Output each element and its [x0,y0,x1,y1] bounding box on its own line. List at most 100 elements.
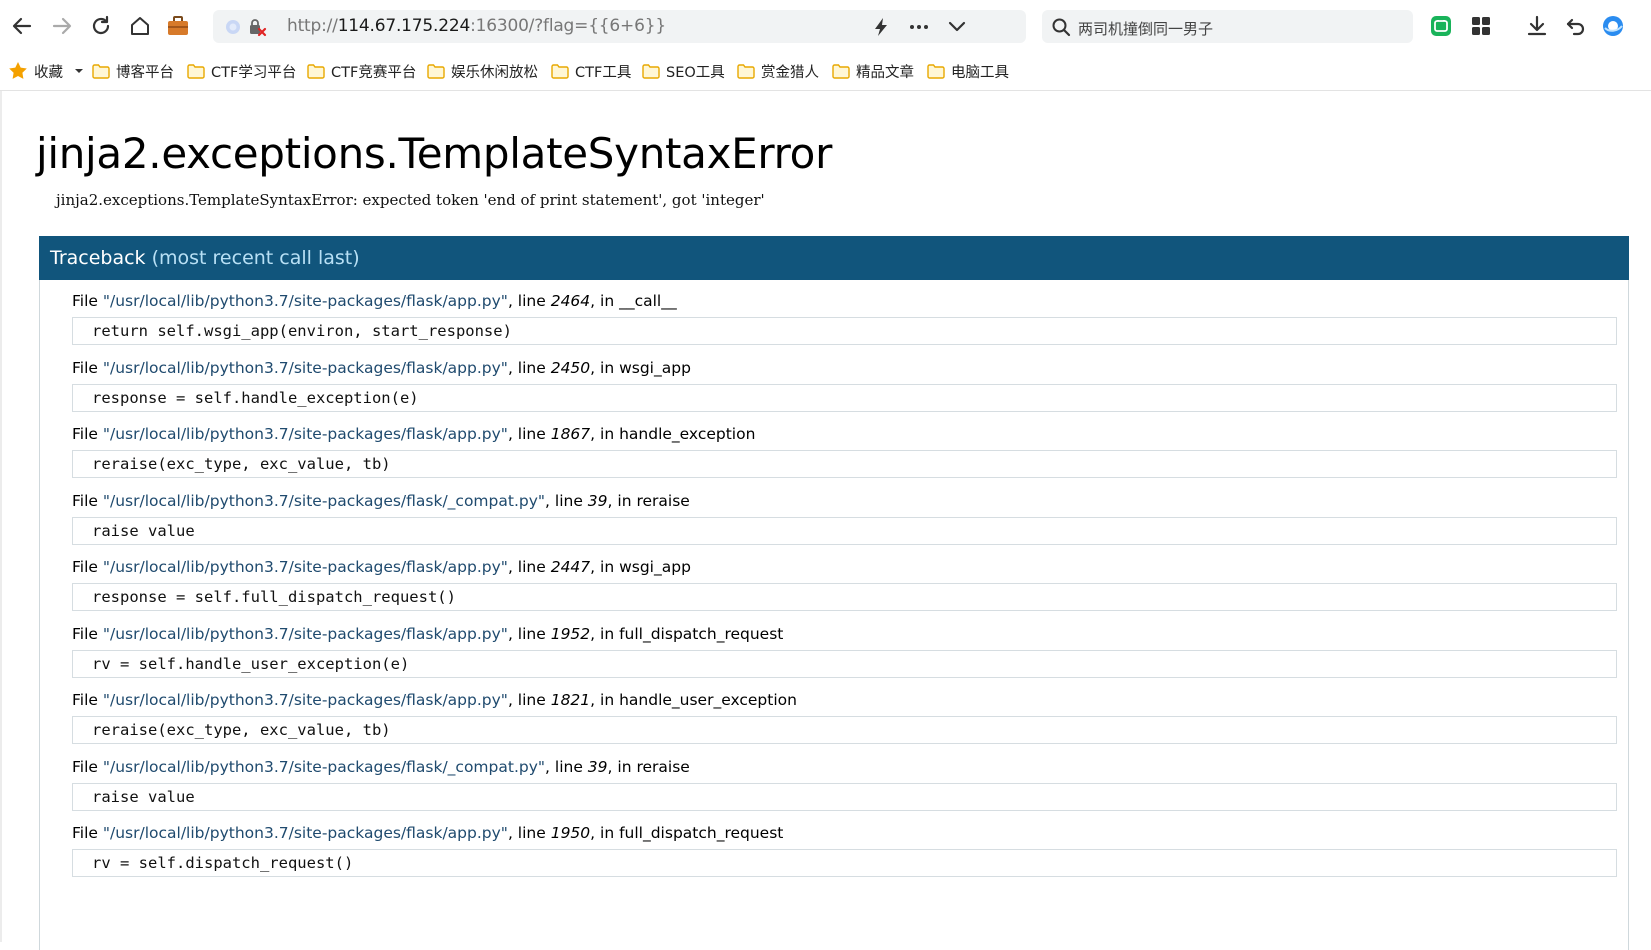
bookmark-folder[interactable]: 娱乐休闲放松 [427,60,538,82]
error-title: jinja2.exceptions.TemplateSyntaxError [36,129,833,178]
file-word: File [72,292,103,310]
frame-location: File "/usr/local/lib/python3.7/site-pack… [72,755,1617,779]
frame-filename[interactable]: "/usr/local/lib/python3.7/site-packages/… [103,292,508,310]
frame-function: reraise [636,757,690,776]
url-host: 114.67.175.224 [337,16,471,36]
site-info-icon[interactable] [221,15,245,39]
frame-filename[interactable]: "/usr/local/lib/python3.7/site-packages/… [103,625,508,643]
traceback-frame: File "/usr/local/lib/python3.7/site-pack… [72,489,1617,545]
frame-filename[interactable]: "/usr/local/lib/python3.7/site-packages/… [103,558,508,576]
search-box[interactable]: 两司机撞倒同一男子 [1042,10,1413,43]
frame-source-line[interactable]: return self.wsgi_app(environ, start_resp… [72,317,1617,345]
frame-source-line[interactable]: raise value [72,782,1617,811]
line-word: , line [507,358,551,377]
home-icon [131,17,149,35]
in-word: , in [590,425,620,443]
file-word: File [72,425,103,443]
frame-line-number: 1952 [550,624,591,643]
frame-source-line[interactable]: rv = self.dispatch_request() [72,849,1617,877]
traceback-frame: File "/usr/local/lib/python3.7/site-pack… [72,289,1617,345]
url-text[interactable]: http://114.67.175.224:16300/?flag={{6+6}… [287,16,666,36]
in-word: , in [607,757,637,776]
frame-line-number: 1821 [550,691,591,709]
reload-icon [92,15,110,35]
bookmark-folder[interactable]: 电脑工具 [927,60,1009,82]
lightning-icon[interactable] [869,15,893,39]
back-button[interactable] [8,12,36,40]
traceback-frame: File "/usr/local/lib/python3.7/site-pack… [72,755,1617,811]
file-word: File [72,558,103,576]
chevron-down-icon[interactable] [945,15,969,39]
folder-icon [92,64,110,79]
frame-location: File "/usr/local/lib/python3.7/site-pack… [72,422,1617,446]
frame-function: handle_exception [619,425,756,443]
frame-line-number: 39 [587,757,608,776]
traceback-frame: File "/usr/local/lib/python3.7/site-pack… [72,821,1617,877]
in-word: , in [590,358,620,377]
favorites-dropdown[interactable] [73,60,91,82]
bookmark-folder[interactable]: SEO工具 [642,60,725,82]
frame-line-number: 2447 [550,558,591,576]
apps-grid-icon[interactable] [1468,13,1494,39]
file-word: File [72,691,103,709]
frame-source-line[interactable]: reraise(exc_type, exc_value, tb) [72,450,1617,478]
folder-icon [187,64,205,79]
undo-icon[interactable] [1563,13,1589,39]
frame-function: wsgi_app [619,558,691,576]
download-icon[interactable] [1524,13,1550,39]
search-query: 两司机撞倒同一男子 [1078,20,1214,38]
folder-icon [737,64,755,79]
bookmark-label: CTF竞赛平台 [331,64,417,81]
bookmark-folder[interactable]: 精品文章 [832,60,914,82]
frame-filename[interactable]: "/usr/local/lib/python3.7/site-packages/… [103,691,508,709]
frame-source-line[interactable]: response = self.handle_exception(e) [72,383,1617,412]
traceback-title: Traceback [50,247,146,269]
url-scheme: http:// [287,16,338,36]
frame-source-line[interactable]: rv = self.handle_user_exception(e) [72,649,1617,678]
traceback-subtitle: (most recent call last) [151,247,360,269]
frame-filename[interactable]: "/usr/local/lib/python3.7/site-packages/… [103,492,545,510]
frame-line-number: 1867 [550,425,591,443]
bookmark-folder[interactable]: 赏金猎人 [737,60,819,82]
wechat-extension-icon[interactable] [1428,13,1454,39]
bookmark-label: SEO工具 [666,64,725,81]
bookmark-folder[interactable]: 博客平台 [92,60,174,82]
frame-filename[interactable]: "/usr/local/lib/python3.7/site-packages/… [103,425,508,443]
frame-location: File "/usr/local/lib/python3.7/site-pack… [72,622,1617,646]
frame-source-line[interactable]: reraise(exc_type, exc_value, tb) [72,716,1617,744]
traceback-frame: File "/usr/local/lib/python3.7/site-pack… [72,356,1617,412]
browser-logo-icon[interactable] [1600,13,1626,39]
favorites-menu[interactable]: 收藏 [8,60,63,82]
frame-source-line[interactable]: raise value [72,516,1617,545]
frame-line-number: 39 [587,491,608,510]
traceback-header: Traceback (most recent call last) [39,236,1629,280]
bookmark-folder[interactable]: CTF竞赛平台 [307,60,416,82]
back-arrow-icon [12,17,32,35]
home-button[interactable] [126,12,154,40]
bookmark-label: 赏金猎人 [761,64,819,81]
frame-filename[interactable]: "/usr/local/lib/python3.7/site-packages/… [103,758,545,776]
traceback-frame: File "/usr/local/lib/python3.7/site-pack… [72,622,1617,678]
briefcase-button[interactable] [164,12,192,40]
frame-location: File "/usr/local/lib/python3.7/site-pack… [72,289,1617,313]
line-word: , line [507,624,551,643]
forward-button[interactable] [48,12,76,40]
bookmark-label: 电脑工具 [951,64,1009,81]
favorites-label: 收藏 [34,64,63,81]
star-icon [9,62,27,79]
page-content: jinja2.exceptions.TemplateSyntaxError ji… [0,91,1651,950]
insecure-lock-icon[interactable] [245,15,269,39]
folder-icon [427,64,445,79]
forward-arrow-icon [52,17,72,35]
frame-filename[interactable]: "/usr/local/lib/python3.7/site-packages/… [103,359,508,377]
frame-location: File "/usr/local/lib/python3.7/site-pack… [72,821,1617,845]
more-options-icon[interactable] [907,15,931,39]
frame-function: __call__ [619,292,677,310]
in-word: , in [590,624,620,643]
address-bar[interactable]: http://114.67.175.224:16300/?flag={{6+6}… [213,10,1026,43]
frame-filename[interactable]: "/usr/local/lib/python3.7/site-packages/… [103,824,508,842]
bookmark-folder[interactable]: CTF学习平台 [187,60,296,82]
bookmark-folder[interactable]: CTF工具 [551,60,631,82]
reload-button[interactable] [87,12,115,40]
frame-source-line[interactable]: response = self.full_dispatch_request() [72,583,1617,611]
